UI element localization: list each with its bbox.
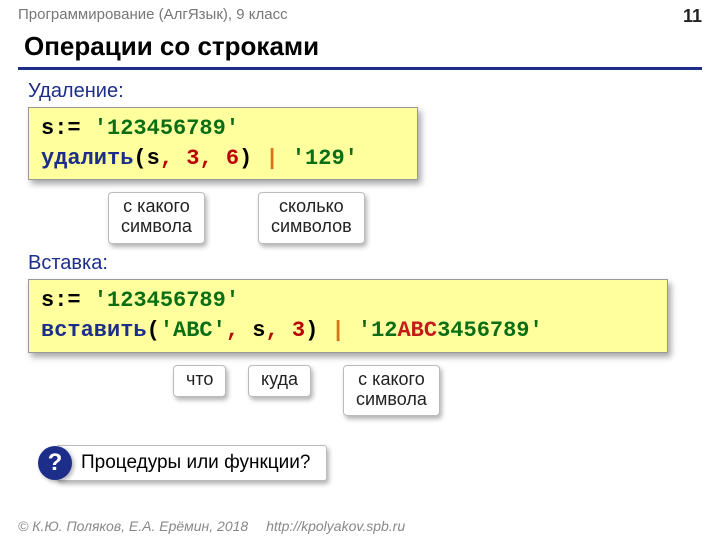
code-comma: , (265, 318, 291, 343)
code-var: s:= (41, 288, 94, 313)
insert-callouts: что куда с какого символа (143, 361, 698, 421)
callout-from-char: с какого символа (343, 365, 440, 417)
code-comma: , (160, 146, 186, 171)
code-keyword: удалить (41, 146, 133, 171)
delete-codebox: s:= '123456789' удалить(s, 3, 6) | '129' (28, 107, 418, 180)
insert-line1: s:= '123456789' (41, 286, 655, 316)
delete-callouts: с какого символа сколько символов (68, 188, 698, 248)
code-result-post: 3456789' (437, 318, 543, 343)
header-bar: Программирование (АлгЯзык), 9 класс 11 (0, 0, 720, 29)
code-result-pre: '12 (345, 318, 398, 343)
code-pipe: | (265, 146, 278, 171)
insert-line2: вставить('ABC', s, 3) | '12ABC3456789' (41, 316, 655, 346)
code-paren: ( (147, 318, 160, 343)
code-string: '123456789' (94, 288, 239, 313)
code-arg: 6 (226, 146, 239, 171)
delete-line1: s:= '123456789' (41, 114, 405, 144)
page-number: 11 (683, 6, 702, 27)
code-comma: , (226, 318, 252, 343)
copyright: © К.Ю. Поляков, Е.А. Ерёмин, 2018 (18, 518, 248, 534)
insert-codebox: s:= '123456789' вставить('ABC', s, 3) | … (28, 279, 668, 352)
code-result: '129' (279, 146, 358, 171)
content: Удаление: s:= '123456789' удалить(s, 3, … (0, 70, 720, 481)
code-comma: , (199, 146, 225, 171)
callout-what: что (173, 365, 226, 397)
code-arg: 3 (292, 318, 305, 343)
code-pipe: | (331, 318, 344, 343)
callout-where: куда (248, 365, 311, 397)
code-paren: ( (133, 146, 146, 171)
code-arg: s (147, 146, 160, 171)
code-paren: ) (305, 318, 331, 343)
code-var: s:= (41, 116, 94, 141)
code-string: '123456789' (94, 116, 239, 141)
callout-from-char: с какого символа (108, 192, 205, 244)
callout-how-many: сколько символов (258, 192, 365, 244)
title-block: Операции со строками (0, 29, 720, 70)
question-row: ? Процедуры или функции? (38, 445, 698, 481)
footer: © К.Ю. Поляков, Е.А. Ерёмин, 2018 http:/… (0, 518, 423, 534)
page-title: Операции со строками (18, 29, 702, 66)
code-keyword: вставить (41, 318, 147, 343)
code-paren: ) (239, 146, 265, 171)
delete-heading: Удаление: (28, 80, 698, 103)
code-arg: 3 (186, 146, 199, 171)
question-text: Процедуры или функции? (56, 445, 327, 481)
question-mark-icon: ? (38, 446, 72, 480)
course-label: Программирование (АлгЯзык), 9 класс (18, 6, 288, 27)
code-arg-string: 'ABC' (160, 318, 226, 343)
insert-heading: Вставка: (28, 252, 698, 275)
code-result-abc: ABC (397, 318, 437, 343)
code-arg: s (252, 318, 265, 343)
delete-line2: удалить(s, 3, 6) | '129' (41, 144, 405, 174)
footer-url: http://kpolyakov.spb.ru (266, 518, 405, 534)
